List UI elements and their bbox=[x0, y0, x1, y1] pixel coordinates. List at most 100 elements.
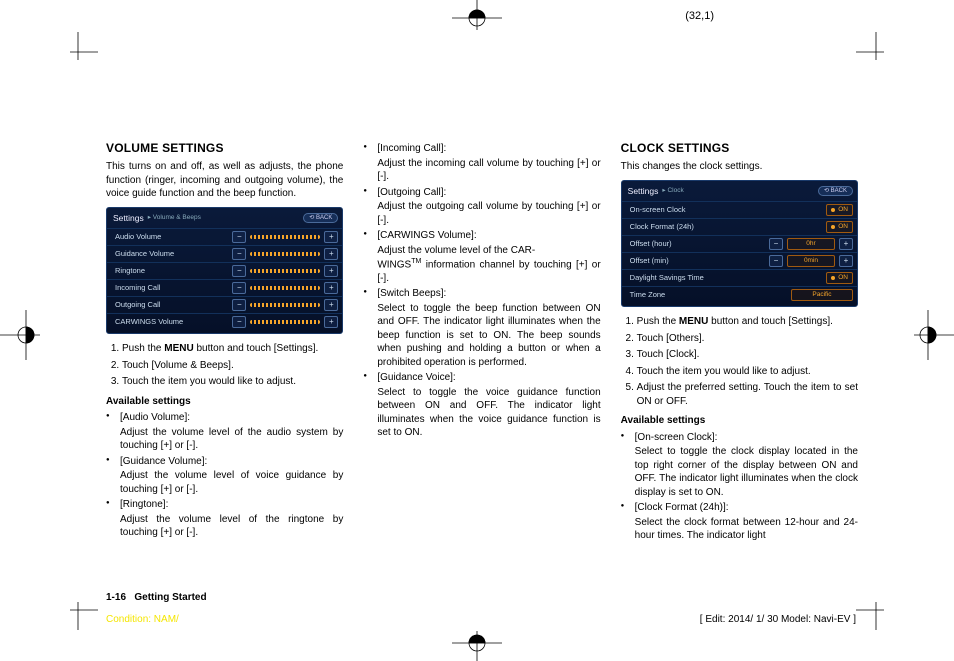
bullet-label: [Incoming Call]: bbox=[377, 142, 600, 156]
row-label: Ringtone bbox=[115, 266, 228, 276]
panel-row: Clock Format (24h)ON bbox=[622, 218, 857, 235]
clock-steps: Push the MENU button and touch [Settings… bbox=[621, 315, 858, 408]
footer-condition: Condition: NAM/ bbox=[106, 614, 179, 625]
list-item: [Ringtone]:Adjust the volume level of th… bbox=[106, 498, 343, 540]
plus-button: + bbox=[324, 282, 338, 294]
screenshot-clock-settings: Settings ▸ Clock ⟲ BACK On-screen ClockO… bbox=[621, 180, 858, 307]
volume-bullets: [Audio Volume]:Adjust the volume level o… bbox=[106, 411, 343, 540]
list-item: [Guidance Volume]:Adjust the volume leve… bbox=[106, 455, 343, 497]
column-1: VOLUME SETTINGS This turns on and off, a… bbox=[106, 140, 343, 545]
page-marker-top: (32,1) bbox=[685, 10, 714, 22]
minus-button: − bbox=[769, 255, 783, 267]
minus-button: − bbox=[232, 248, 246, 260]
minus-button: − bbox=[769, 238, 783, 250]
list-item: [Guidance Voice]:Select to toggle the vo… bbox=[363, 371, 600, 440]
list-item: [Outgoing Call]:Adjust the outgoing call… bbox=[363, 186, 600, 228]
toggle-on: ON bbox=[826, 204, 853, 216]
clock-bullets: [On-screen Clock]:Select to toggle the c… bbox=[621, 431, 858, 543]
volume-steps: Push the MENU button and touch [Settings… bbox=[106, 342, 343, 389]
row-label: Incoming Call bbox=[115, 283, 228, 293]
panel-row: Audio Volume− + bbox=[107, 228, 342, 245]
list-item: Touch the item you would like to adjust. bbox=[122, 375, 343, 389]
crop-mark-left bbox=[0, 300, 46, 370]
value-box: 0hr bbox=[787, 238, 835, 250]
heading-volume-settings: VOLUME SETTINGS bbox=[106, 140, 343, 156]
bullet-desc: Adjust the outgoing call volume by touch… bbox=[377, 200, 600, 227]
panel-row: Daylight Savings TimeON bbox=[622, 269, 857, 286]
row-label: Guidance Volume bbox=[115, 249, 228, 259]
list-item: Push the MENU button and touch [Settings… bbox=[637, 315, 858, 329]
plus-button: + bbox=[324, 265, 338, 277]
toggle-on: ON bbox=[826, 272, 853, 284]
panel-title: Settings bbox=[628, 186, 659, 197]
panel-row: Outgoing Call− + bbox=[107, 296, 342, 313]
toggle-on: ON bbox=[826, 221, 853, 233]
row-label: Daylight Savings Time bbox=[630, 273, 823, 283]
panel-row: Offset (min)−0min+ bbox=[622, 252, 857, 269]
column-2: [Incoming Call]:Adjust the incoming call… bbox=[363, 140, 600, 545]
panel-row: On-screen ClockON bbox=[622, 201, 857, 218]
panel-row: Incoming Call− + bbox=[107, 279, 342, 296]
bullet-label: [Audio Volume]: bbox=[120, 411, 343, 425]
bullet-label: [Switch Beeps]: bbox=[377, 287, 600, 301]
heading-clock-settings: CLOCK SETTINGS bbox=[621, 140, 858, 156]
slider bbox=[250, 286, 320, 290]
minus-button: − bbox=[232, 282, 246, 294]
list-item: Touch [Others]. bbox=[637, 332, 858, 346]
list-item: [Switch Beeps]:Select to toggle the beep… bbox=[363, 287, 600, 369]
page-footer: 1-16 Getting Started bbox=[106, 592, 858, 603]
slider bbox=[250, 269, 320, 273]
panel-breadcrumb: ▸ Clock bbox=[662, 187, 683, 196]
page-content: VOLUME SETTINGS This turns on and off, a… bbox=[106, 140, 858, 545]
list-item: Touch [Clock]. bbox=[637, 348, 858, 362]
bullet-label: [On-screen Clock]: bbox=[635, 431, 858, 445]
list-item: Push the MENU button and touch [Settings… bbox=[122, 342, 343, 356]
corner-tr bbox=[856, 32, 896, 72]
row-label: Audio Volume bbox=[115, 232, 228, 242]
screenshot-volume-beeps: Settings ▸ Volume & Beeps ⟲ BACK Audio V… bbox=[106, 207, 343, 334]
bullet-desc: Select to toggle the clock display locat… bbox=[635, 445, 858, 499]
plus-button: + bbox=[324, 299, 338, 311]
bullet-desc: Adjust the incoming call volume by touch… bbox=[377, 157, 600, 184]
row-label: Offset (min) bbox=[630, 256, 765, 266]
crop-mark-bottom bbox=[432, 625, 522, 661]
corner-tl bbox=[58, 32, 98, 72]
panel-row: Guidance Volume−+ bbox=[107, 245, 342, 262]
bullet-desc: Adjust the volume level of the CAR-WINGS… bbox=[377, 244, 600, 286]
value-box: Pacific bbox=[791, 289, 853, 301]
row-label: Outgoing Call bbox=[115, 300, 228, 310]
minus-button: − bbox=[232, 231, 246, 243]
row-label: Clock Format (24h) bbox=[630, 222, 823, 232]
bullet-label: [Guidance Voice]: bbox=[377, 371, 600, 385]
minus-button: − bbox=[232, 316, 246, 328]
list-item: [Incoming Call]:Adjust the incoming call… bbox=[363, 142, 600, 184]
row-label: Time Zone bbox=[630, 290, 787, 300]
row-label: CARWINGS Volume bbox=[115, 317, 228, 327]
available-settings-heading: Available settings bbox=[106, 395, 343, 409]
list-item: [On-screen Clock]:Select to toggle the c… bbox=[621, 431, 858, 500]
bullet-label: [CARWINGS Volume]: bbox=[377, 229, 600, 243]
back-button: ⟲ BACK bbox=[818, 186, 853, 196]
slider bbox=[250, 235, 320, 239]
footer-page-number: 1-16 bbox=[106, 592, 126, 603]
plus-button: + bbox=[324, 231, 338, 243]
corner-bl bbox=[58, 590, 98, 630]
bullet-desc: Adjust the volume level of the audio sys… bbox=[120, 426, 343, 453]
crop-mark-right bbox=[908, 300, 954, 370]
bullet-label: [Clock Format (24h)]: bbox=[635, 501, 858, 515]
slider bbox=[250, 252, 320, 256]
minus-button: − bbox=[232, 265, 246, 277]
bullet-label: [Ringtone]: bbox=[120, 498, 343, 512]
corner-br bbox=[856, 590, 896, 630]
list-item: [CARWINGS Volume]:Adjust the volume leve… bbox=[363, 229, 600, 285]
footer-edit-info: [ Edit: 2014/ 1/ 30 Model: Navi-EV ] bbox=[700, 614, 856, 625]
bullet-desc: Select to toggle the beep function betwe… bbox=[377, 302, 600, 370]
list-item: [Audio Volume]:Adjust the volume level o… bbox=[106, 411, 343, 453]
minus-button: − bbox=[232, 299, 246, 311]
plus-button: + bbox=[324, 316, 338, 328]
panel-row: Ringtone− + bbox=[107, 262, 342, 279]
list-item: Adjust the preferred setting. Touch the … bbox=[637, 381, 858, 408]
bullet-desc: Select to toggle the voice guidance func… bbox=[377, 386, 600, 440]
value-box: 0min bbox=[787, 255, 835, 267]
row-label: On-screen Clock bbox=[630, 205, 823, 215]
